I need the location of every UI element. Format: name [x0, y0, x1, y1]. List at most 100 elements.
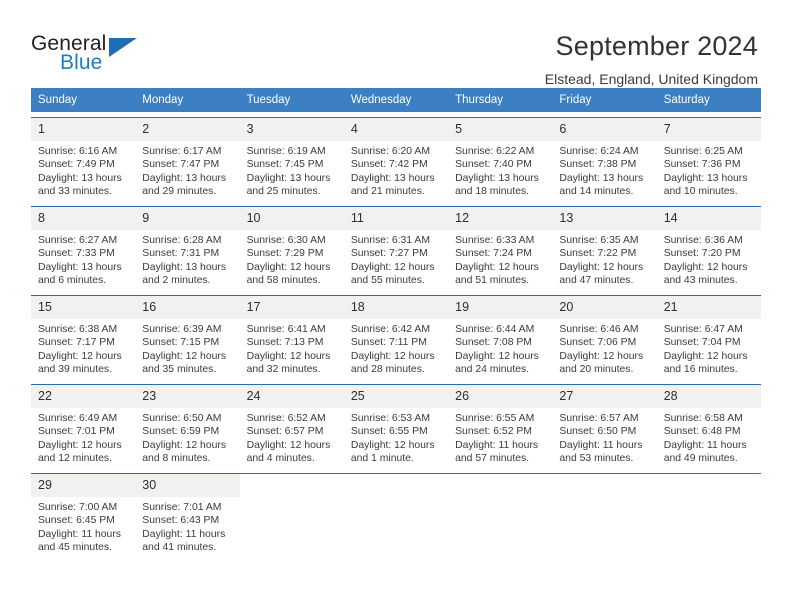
week-row: 29 Sunrise: 7:00 AM Sunset: 6:45 PM Dayligh… [31, 473, 761, 557]
day-cell[interactable]: 12 Sunrise: 6:33 AM Sunset: 7:24 PM Dayligh… [448, 207, 553, 290]
day-cell[interactable]: 25 Sunrise: 6:53 AM Sunset: 6:55 PM Dayligh… [343, 385, 449, 468]
day-number: 5 [448, 118, 553, 141]
day-cell[interactable]: 11 Sunrise: 6:31 AM Sunset: 7:27 PM Dayligh… [343, 207, 449, 290]
day-cell[interactable]: 3 Sunrise: 6:19 AM Sunset: 7:45 PM Daylight… [239, 118, 344, 201]
daylight-text-line2: and 35 minutes. [142, 363, 217, 375]
day-cell[interactable]: 13 Sunrise: 6:35 AM Sunset: 7:22 PM Dayligh… [552, 207, 657, 290]
daylight-text-line1: Daylight: 12 hours [350, 439, 435, 451]
sunrise-text: Sunrise: 6:17 AM [142, 146, 222, 157]
sunrise-text: Sunrise: 6:28 AM [142, 235, 222, 246]
sunrise-text: Sunrise: 6:25 AM [663, 146, 743, 157]
day-details: Sunrise: 6:27 AM Sunset: 7:33 PM Daylight:… [31, 230, 135, 287]
sunset-text: Sunset: 7:40 PM [455, 159, 532, 171]
sunset-text: Sunset: 7:15 PM [142, 337, 220, 349]
day-details: Sunrise: 7:01 AM Sunset: 6:43 PM Daylight:… [135, 497, 239, 554]
day-cell[interactable]: 29 Sunrise: 7:00 AM Sunset: 6:45 PM Dayligh… [31, 474, 136, 557]
day-cell[interactable]: 24 Sunrise: 6:52 AM Sunset: 6:57 PM Dayligh… [239, 385, 344, 468]
daylight-text-line1: Daylight: 12 hours [246, 261, 331, 273]
day-details: Sunrise: 6:41 AM Sunset: 7:13 PM Daylight:… [240, 319, 344, 376]
day-details: Sunrise: 6:25 AM Sunset: 7:36 PM Daylight:… [657, 141, 761, 198]
sunrise-text: Sunrise: 6:27 AM [38, 235, 118, 246]
sunrise-text: Sunrise: 6:39 AM [142, 324, 222, 335]
daylight-text-line1: Daylight: 13 hours [559, 172, 644, 184]
day-cell[interactable]: 9 Sunrise: 6:28 AM Sunset: 7:31 PM Daylight… [135, 207, 240, 290]
daylight-text-line1: Daylight: 13 hours [663, 172, 748, 184]
sunset-text: Sunset: 7:24 PM [455, 248, 532, 260]
day-cell-empty [343, 474, 449, 557]
day-number: 27 [552, 385, 657, 408]
sunset-text: Sunset: 7:04 PM [663, 337, 741, 349]
day-number: 21 [656, 296, 761, 319]
day-cell[interactable]: 27 Sunrise: 6:57 AM Sunset: 6:50 PM Dayligh… [552, 385, 657, 468]
sunrise-text: Sunrise: 6:42 AM [350, 324, 430, 335]
day-number: 1 [31, 118, 136, 141]
daylight-text-line1: Daylight: 11 hours [663, 439, 747, 451]
day-details: Sunrise: 6:17 AM Sunset: 7:47 PM Daylight:… [135, 141, 239, 198]
daylight-text-line2: and 24 minutes. [455, 363, 530, 375]
day-cell[interactable]: 2 Sunrise: 6:17 AM Sunset: 7:47 PM Daylight… [135, 118, 240, 201]
day-number [344, 474, 448, 497]
day-cell[interactable]: 15 Sunrise: 6:38 AM Sunset: 7:17 PM Dayligh… [31, 296, 136, 379]
day-cell[interactable]: 23 Sunrise: 6:50 AM Sunset: 6:59 PM Dayligh… [135, 385, 240, 468]
sunrise-text: Sunrise: 6:58 AM [663, 413, 743, 424]
daylight-text-line1: Daylight: 12 hours [455, 261, 539, 273]
week-row: 1 Sunrise: 6:16 AM Sunset: 7:49 PM Daylight… [31, 117, 761, 201]
day-cell[interactable]: 16 Sunrise: 6:39 AM Sunset: 7:15 PM Dayligh… [135, 296, 240, 379]
daylight-text-line1: Daylight: 12 hours [663, 261, 748, 273]
day-number: 23 [135, 385, 240, 408]
daylight-text-line2: and 16 minutes. [663, 363, 738, 375]
day-number: 30 [135, 474, 240, 497]
sunset-text: Sunset: 7:38 PM [559, 159, 637, 171]
weekday-header-monday: Monday [142, 94, 184, 106]
week-row: 15 Sunrise: 6:38 AM Sunset: 7:17 PM Dayligh… [31, 295, 761, 379]
day-cell[interactable]: 26 Sunrise: 6:55 AM Sunset: 6:52 PM Dayligh… [448, 385, 553, 468]
day-cell[interactable]: 17 Sunrise: 6:41 AM Sunset: 7:13 PM Dayligh… [239, 296, 344, 379]
day-cell[interactable]: 18 Sunrise: 6:42 AM Sunset: 7:11 PM Dayligh… [343, 296, 449, 379]
day-cell[interactable]: 10 Sunrise: 6:30 AM Sunset: 7:29 PM Dayligh… [239, 207, 344, 290]
day-number: 17 [239, 296, 344, 319]
day-cell[interactable]: 19 Sunrise: 6:44 AM Sunset: 7:08 PM Dayligh… [448, 296, 553, 379]
sunset-text: Sunset: 6:45 PM [38, 515, 115, 527]
day-details: Sunrise: 6:38 AM Sunset: 7:17 PM Daylight:… [31, 319, 135, 376]
day-number [552, 474, 656, 497]
daylight-text-line1: Daylight: 12 hours [350, 261, 435, 273]
daylight-text-line2: and 28 minutes. [350, 363, 425, 375]
day-details: Sunrise: 6:28 AM Sunset: 7:31 PM Daylight:… [135, 230, 239, 287]
day-cell[interactable]: 14 Sunrise: 6:36 AM Sunset: 7:20 PM Dayligh… [656, 207, 761, 290]
day-cell[interactable]: 20 Sunrise: 6:46 AM Sunset: 7:06 PM Dayligh… [552, 296, 657, 379]
day-number [240, 474, 344, 497]
day-cell[interactable]: 1 Sunrise: 6:16 AM Sunset: 7:49 PM Daylight… [31, 118, 136, 201]
day-cell[interactable]: 22 Sunrise: 6:49 AM Sunset: 7:01 PM Dayligh… [31, 385, 136, 468]
sunset-text: Sunset: 7:31 PM [142, 248, 220, 260]
sunset-text: Sunset: 7:22 PM [559, 248, 637, 260]
day-number: 26 [448, 385, 553, 408]
weekday-header-sunday: Sunday [38, 94, 78, 106]
sunset-text: Sunset: 7:20 PM [663, 248, 741, 260]
day-cell[interactable]: 30 Sunrise: 7:01 AM Sunset: 6:43 PM Dayligh… [135, 474, 240, 557]
daylight-text-line1: Daylight: 13 hours [350, 172, 435, 184]
day-cell[interactable]: 6 Sunrise: 6:24 AM Sunset: 7:38 PM Daylight… [552, 118, 657, 201]
weekday-header-tuesday: Tuesday [246, 94, 291, 106]
day-cell[interactable]: 21 Sunrise: 6:47 AM Sunset: 7:04 PM Dayligh… [656, 296, 761, 379]
sunrise-text: Sunrise: 6:33 AM [455, 235, 535, 246]
day-cell[interactable]: 4 Sunrise: 6:20 AM Sunset: 7:42 PM Daylight… [343, 118, 449, 201]
sunrise-text: Sunrise: 6:47 AM [663, 324, 743, 335]
day-cell[interactable]: 5 Sunrise: 6:22 AM Sunset: 7:40 PM Daylight… [448, 118, 553, 201]
day-cell[interactable]: 7 Sunrise: 6:25 AM Sunset: 7:36 PM Daylight… [656, 118, 761, 201]
sunrise-text: Sunrise: 6:49 AM [38, 413, 118, 424]
daylight-text-line2: and 6 minutes. [38, 274, 107, 286]
sunset-text: Sunset: 7:27 PM [350, 248, 428, 260]
day-cell[interactable]: 8 Sunrise: 6:27 AM Sunset: 7:33 PM Daylight… [31, 207, 136, 290]
day-cell[interactable]: 28 Sunrise: 6:58 AM Sunset: 6:48 PM Dayligh… [656, 385, 761, 468]
daylight-text-line2: and 49 minutes. [663, 452, 738, 464]
brand-logo[interactable]: General Blue [31, 28, 191, 73]
daylight-text-line2: and 2 minutes. [142, 274, 211, 286]
day-details: Sunrise: 6:58 AM Sunset: 6:48 PM Daylight:… [657, 408, 761, 465]
sunrise-text: Sunrise: 6:35 AM [559, 235, 639, 246]
day-number: 29 [31, 474, 136, 497]
day-details: Sunrise: 6:35 AM Sunset: 7:22 PM Daylight:… [552, 230, 656, 287]
day-number: 16 [135, 296, 240, 319]
page-header: General Blue September 2024 Elstead, Eng… [0, 0, 792, 87]
day-number: 19 [448, 296, 553, 319]
sunrise-text: Sunrise: 7:01 AM [142, 502, 222, 513]
